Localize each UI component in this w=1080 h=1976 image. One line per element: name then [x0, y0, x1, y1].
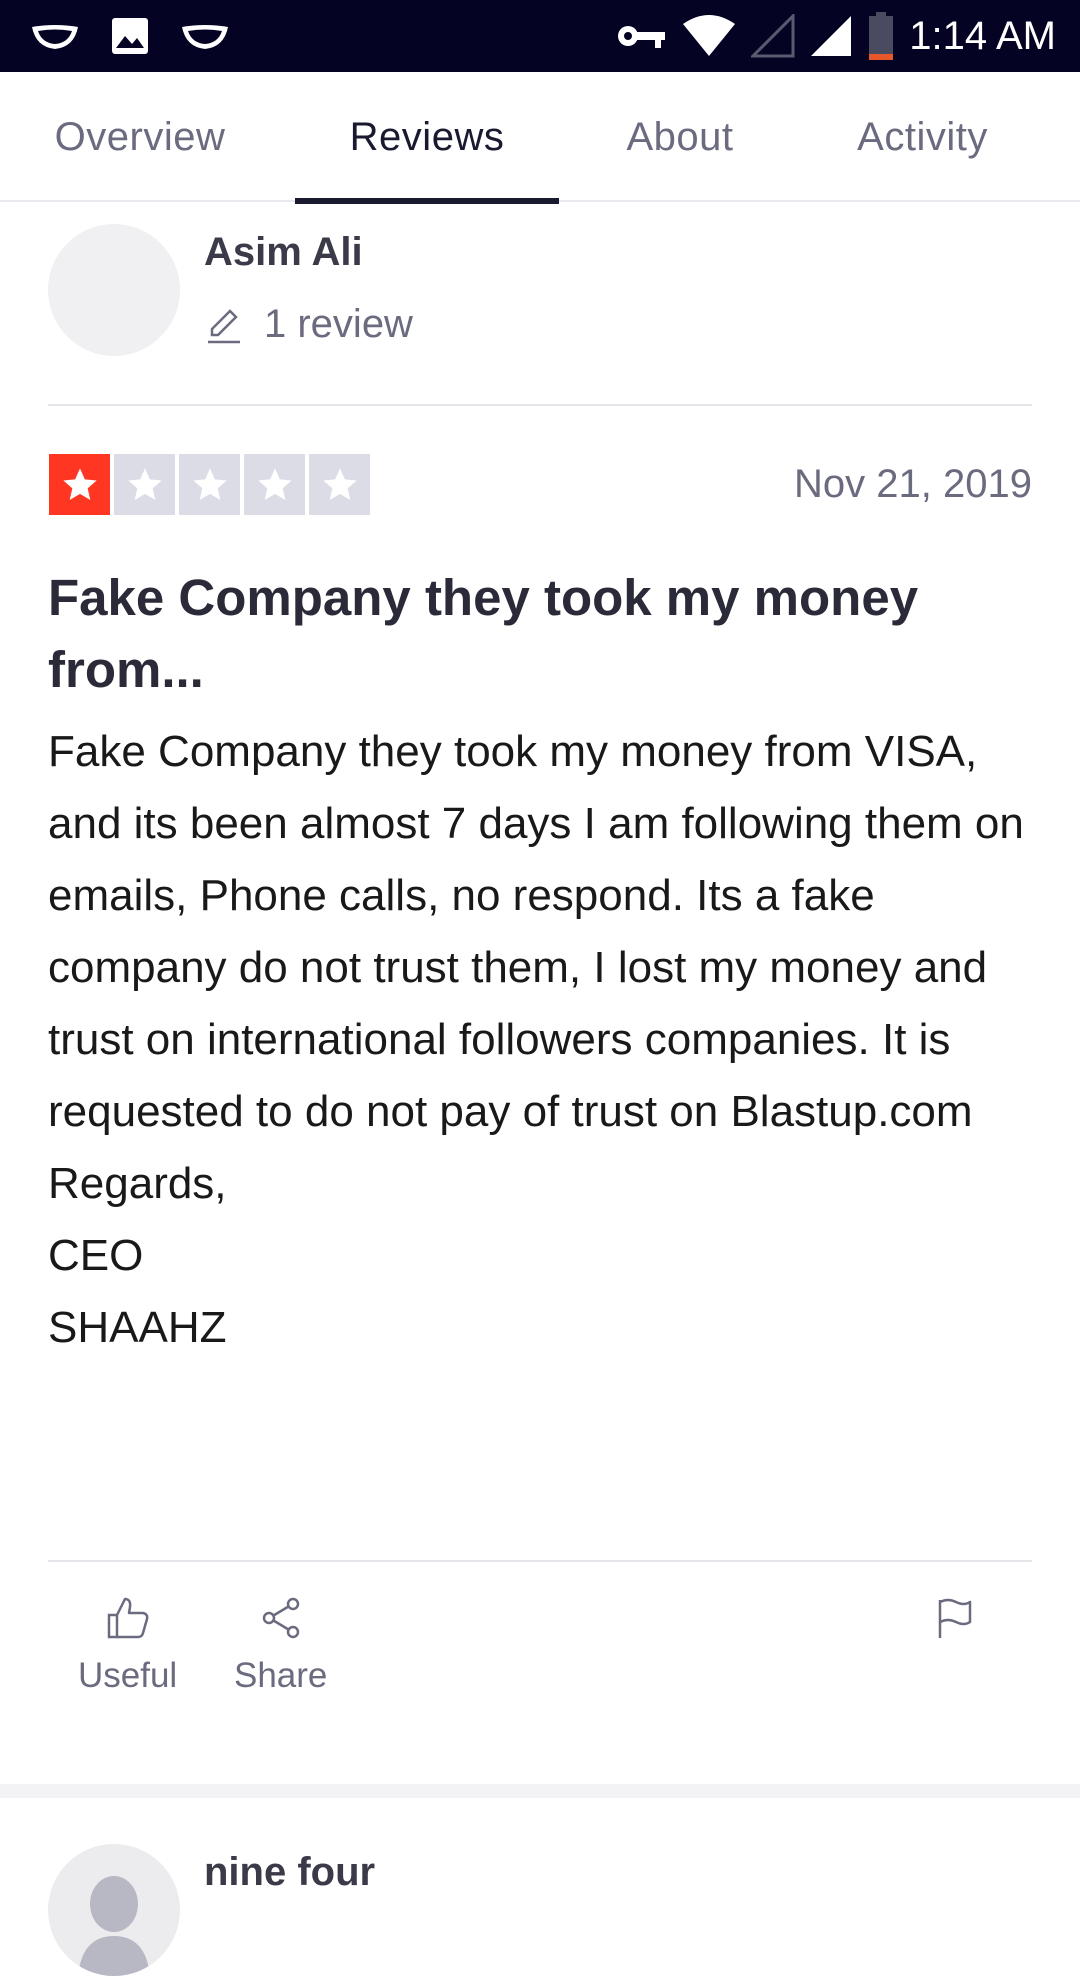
- tab-activity[interactable]: Activity: [830, 72, 1015, 202]
- image-icon: [110, 16, 150, 56]
- tab-bar: Overview Reviews About Activity: [0, 72, 1080, 204]
- share-icon: [259, 1590, 303, 1646]
- clock: 1:14 AM: [909, 13, 1056, 58]
- report-button[interactable]: [934, 1590, 974, 1656]
- review-actions: Useful Share: [48, 1590, 1032, 1720]
- reviewer-name[interactable]: nine four: [204, 1850, 375, 1895]
- pencil-icon: [204, 305, 244, 345]
- review-count-label: 1 review: [264, 302, 413, 346]
- notification-icon: [180, 21, 230, 51]
- card-separator: [0, 1784, 1080, 1798]
- review-card: nine four: [0, 1798, 1080, 1976]
- signal-icon: [809, 14, 853, 58]
- flag-icon: [934, 1590, 974, 1646]
- signal-empty-icon: [751, 14, 795, 58]
- wifi-icon: [681, 14, 737, 58]
- star-icon: [49, 454, 110, 515]
- useful-label: Useful: [78, 1656, 178, 1695]
- tab-reviews[interactable]: Reviews: [295, 72, 559, 204]
- tab-overview[interactable]: Overview: [30, 72, 250, 202]
- avatar[interactable]: [48, 224, 180, 356]
- review-count: 1 review: [204, 302, 413, 347]
- useful-button[interactable]: Useful: [78, 1590, 177, 1696]
- star-rating: [49, 454, 374, 515]
- battery-low-icon: [867, 12, 895, 60]
- divider: [48, 404, 1032, 406]
- star-icon: [114, 454, 175, 515]
- status-bar: 1:14 AM: [0, 0, 1080, 72]
- share-button[interactable]: Share: [234, 1590, 327, 1696]
- avatar[interactable]: [48, 1844, 180, 1976]
- divider: [48, 1560, 1032, 1562]
- notification-icon: [30, 21, 80, 51]
- star-icon: [179, 454, 240, 515]
- star-icon: [244, 454, 305, 515]
- reviewer-name[interactable]: Asim Ali: [204, 230, 363, 275]
- share-label: Share: [234, 1656, 328, 1695]
- status-bar-right: 1:14 AM: [603, 12, 1056, 60]
- review-body: Fake Company they took my money from VIS…: [48, 727, 1024, 1352]
- review-title[interactable]: Fake Company they took my money from...: [48, 562, 1038, 706]
- status-bar-left: [30, 16, 260, 56]
- thumbs-up-icon: [105, 1590, 151, 1646]
- key-icon: [617, 21, 667, 51]
- star-icon: [309, 454, 370, 515]
- review-date: Nov 21, 2019: [794, 462, 1032, 506]
- tab-about[interactable]: About: [600, 72, 760, 202]
- review-card: Asim Ali 1 review Nov 21, 2019 Fake Comp…: [0, 204, 1080, 1784]
